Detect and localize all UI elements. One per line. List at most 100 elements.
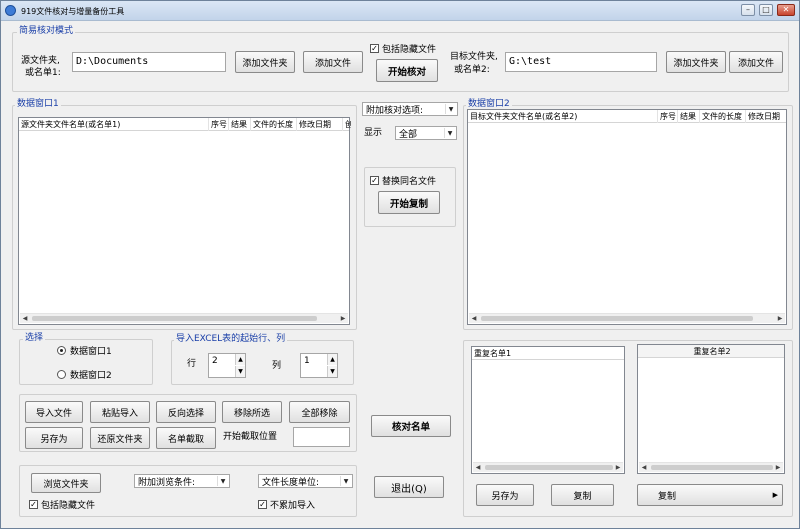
browse-include-hidden-checkbox[interactable]: ✓ 包括隐藏文件 — [29, 498, 95, 511]
exit-button[interactable]: 退出(Q) — [374, 476, 444, 498]
col-file-length[interactable]: 文件的长度 — [700, 110, 746, 123]
radio-window-1[interactable]: 数据窗口1 — [57, 344, 112, 357]
row-value: 2 — [212, 356, 218, 366]
col-result[interactable]: 结果 — [678, 110, 700, 123]
scroll-thumb[interactable] — [481, 316, 753, 321]
chevron-down-icon: ▼ — [340, 476, 351, 486]
import-file-button[interactable]: 导入文件 — [25, 401, 83, 423]
target-path-input[interactable]: G:\test — [505, 52, 657, 72]
scroll-left-icon[interactable]: ◀ — [20, 314, 30, 323]
restore-folder-button[interactable]: 还原文件夹 — [90, 427, 150, 449]
scroll-left-icon[interactable]: ◀ — [639, 463, 649, 472]
select-group-title: 选择 — [23, 333, 46, 344]
col-created[interactable]: 创 — [343, 118, 351, 131]
title-bar: 919文件核对与增量备份工具 – □ ✕ — [1, 1, 799, 21]
close-icon[interactable]: ✕ — [777, 4, 795, 16]
no-accumulate-checkbox[interactable]: ✓ 不累加导入 — [258, 498, 315, 511]
dup-list-1[interactable]: 重复名单1 ◀ ▶ — [471, 346, 625, 474]
include-hidden-checkbox[interactable]: ✓ 包括隐藏文件 — [370, 42, 436, 55]
scroll-left-icon[interactable]: ◀ — [473, 463, 483, 472]
extra-browse-select[interactable]: 附加浏览条件: ▼ — [134, 474, 230, 488]
col-modified-date[interactable]: 修改日期 — [297, 118, 343, 131]
remove-selected-button[interactable]: 移除所选 — [222, 401, 282, 423]
data-window-2-hscroll[interactable]: ◀ ▶ — [469, 313, 785, 323]
dup1-column[interactable]: 重复名单1 — [472, 347, 624, 360]
col-index[interactable]: 序号 — [209, 118, 229, 131]
minimize-icon[interactable]: – — [741, 4, 755, 16]
chevron-down-icon: ▼ — [217, 476, 228, 486]
row-spinner[interactable]: 2 ▲ ▼ — [208, 353, 246, 378]
dup-list-1-hscroll[interactable]: ◀ ▶ — [473, 462, 623, 472]
data-window-1-hscroll[interactable]: ◀ ▶ — [20, 313, 348, 323]
spin-up-icon[interactable]: ▲ — [327, 354, 337, 365]
scroll-thumb[interactable] — [32, 316, 317, 321]
cut-names-button[interactable]: 名单截取 — [156, 427, 216, 449]
dup-list-1-header: 重复名单1 — [472, 347, 624, 360]
add-file-1-button[interactable]: 添加文件 — [303, 51, 363, 73]
extra-options-value: 附加核对选项: — [366, 105, 424, 116]
scroll-thumb[interactable] — [651, 465, 773, 470]
add-folder-2-button[interactable]: 添加文件夹 — [666, 51, 726, 73]
dup-list-2-header: 重复名单2 — [638, 345, 784, 358]
add-folder-1-button[interactable]: 添加文件夹 — [235, 51, 295, 73]
source-label-2: 或名单1: — [25, 68, 61, 78]
window-title: 919文件核对与增量备份工具 — [21, 7, 125, 16]
start-compare-button[interactable]: 开始核对 — [376, 59, 438, 82]
col-file-length[interactable]: 文件的长度 — [251, 118, 297, 131]
scroll-left-icon[interactable]: ◀ — [469, 314, 479, 323]
source-path-input[interactable]: D:\Documents — [72, 52, 226, 72]
check-icon: ✓ — [29, 500, 38, 509]
paste-import-button[interactable]: 粘贴导入 — [90, 401, 150, 423]
dup2-column[interactable]: 重复名单2 — [638, 345, 784, 358]
simple-mode-title: 简易核对模式 — [17, 26, 76, 37]
scroll-right-icon[interactable]: ▶ — [773, 463, 783, 472]
maximize-icon[interactable]: □ — [759, 4, 773, 16]
col-target-names[interactable]: 目标文件夹文件名单(或名单2) — [468, 110, 658, 123]
col-spinner[interactable]: 1 ▲ ▼ — [300, 353, 338, 378]
check-list-button[interactable]: 核对名单 — [371, 415, 451, 437]
remove-all-button[interactable]: 全部移除 — [289, 401, 350, 423]
add-file-2-button[interactable]: 添加文件 — [729, 51, 783, 73]
dup-copy-1-button[interactable]: 复制 — [551, 484, 614, 506]
display-value: 全部 — [399, 129, 418, 140]
dup-list-2[interactable]: 重复名单2 ◀ ▶ — [637, 344, 785, 474]
row-label: 行 — [187, 359, 197, 369]
dup-list-2-hscroll[interactable]: ◀ ▶ — [639, 462, 783, 472]
check-icon: ✓ — [370, 176, 379, 185]
scroll-right-icon[interactable]: ▶ — [338, 314, 348, 323]
spin-down-icon[interactable]: ▼ — [327, 366, 337, 377]
extra-options-select[interactable]: 附加核对选项: ▼ — [362, 102, 458, 116]
no-accumulate-label: 不累加导入 — [270, 501, 316, 511]
data-window-1-title: 数据窗口1 — [15, 99, 61, 110]
dup-copy-2-label: 复制 — [658, 491, 677, 502]
scroll-right-icon[interactable]: ▶ — [775, 314, 785, 323]
dup-save-as-button[interactable]: 另存为 — [476, 484, 534, 506]
browse-folder-button[interactable]: 浏览文件夹 — [31, 473, 101, 493]
radio-icon — [57, 370, 66, 379]
app-icon — [5, 5, 16, 16]
col-modified-date[interactable]: 修改日期 — [746, 110, 788, 123]
scroll-thumb[interactable] — [485, 465, 613, 470]
cut-position-input[interactable] — [293, 427, 350, 447]
data-window-1-list[interactable]: 源文件夹文件名单(或名单1) 序号 结果 文件的长度 修改日期 创 ◀ ▶ — [18, 117, 351, 325]
col-index[interactable]: 序号 — [658, 110, 678, 123]
save-as-button[interactable]: 另存为 — [25, 427, 83, 449]
col-result[interactable]: 结果 — [229, 118, 251, 131]
display-label: 显示 — [364, 128, 383, 138]
data-window-2-list[interactable]: 目标文件夹文件名单(或名单2) 序号 结果 文件的长度 修改日期 ◀ ▶ — [467, 109, 787, 325]
excel-start-title: 导入EXCEL表的起始行、列 — [174, 334, 288, 345]
display-select[interactable]: 全部 ▼ — [395, 126, 457, 140]
start-copy-button[interactable]: 开始复制 — [378, 191, 440, 214]
radio-window-2-label: 数据窗口2 — [70, 371, 112, 381]
col-value: 1 — [304, 356, 310, 366]
length-unit-select[interactable]: 文件长度单位: ▼ — [258, 474, 353, 488]
include-hidden-label: 包括隐藏文件 — [382, 45, 437, 55]
col-source-names[interactable]: 源文件夹文件名单(或名单1) — [19, 118, 209, 131]
radio-window-2[interactable]: 数据窗口2 — [57, 368, 112, 381]
invert-selection-button[interactable]: 反向选择 — [156, 401, 216, 423]
spin-down-icon[interactable]: ▼ — [235, 366, 245, 377]
spin-up-icon[interactable]: ▲ — [235, 354, 245, 365]
scroll-right-icon[interactable]: ▶ — [613, 463, 623, 472]
replace-same-checkbox[interactable]: ✓ 替换同名文件 — [370, 174, 436, 187]
dup-copy-2-button[interactable]: 复制 ▶ — [637, 484, 783, 506]
